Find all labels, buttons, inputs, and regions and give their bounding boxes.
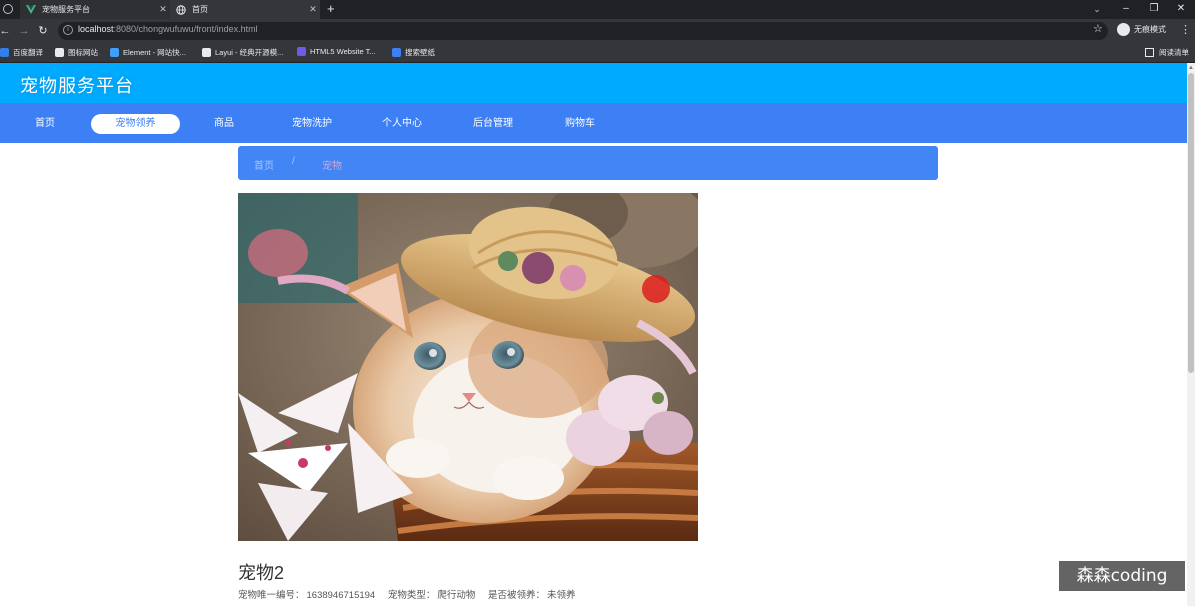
address-toolbar: ← → ↻ i localhost:8080/chongwufuwu/front…: [0, 19, 1195, 43]
incognito-icon: [1117, 23, 1130, 36]
vertical-scrollbar[interactable]: ▲: [1187, 63, 1195, 606]
scrollbar-thumb[interactable]: [1188, 73, 1194, 373]
pet-info: 宠物唯一编号： 1638946715194 宠物类型： 爬行动物 是否被领养： 未领养: [238, 587, 578, 601]
flag-icon: [55, 48, 64, 57]
tab-title: 首页: [192, 5, 208, 14]
url-bar[interactable]: i localhost:8080/chongwufuwu/front/index…: [58, 22, 1108, 40]
pet-id-label: 宠物唯一编号：: [238, 590, 305, 601]
restore-button[interactable]: ❐: [1140, 0, 1168, 19]
nav-cart[interactable]: 购物车: [553, 114, 607, 134]
info-icon[interactable]: i: [63, 25, 73, 35]
html5-logo-icon: [297, 47, 306, 56]
breadcrumb: 首页 / 宠物: [238, 146, 938, 180]
site-title: 宠物服务平台: [20, 76, 134, 96]
main-navbar: 首页 宠物领养 商品 宠物洗护 个人中心 后台管理 购物车: [0, 103, 1187, 143]
reload-icon[interactable]: ↻: [35, 23, 51, 39]
pet-name: 宠物2: [238, 563, 285, 583]
bookmark-star-icon[interactable]: ☆: [1093, 22, 1103, 35]
reading-list-icon: [1145, 48, 1154, 57]
wallpaper-icon: [392, 48, 401, 57]
site-header: 宠物服务平台: [0, 63, 1187, 103]
globe-icon: [176, 4, 186, 15]
apps-icon: [0, 48, 9, 57]
pet-adopted-label: 是否被领养：: [488, 590, 546, 601]
nav-personal-center[interactable]: 个人中心: [371, 114, 433, 134]
element-logo-icon: [110, 48, 119, 57]
bookmark-item[interactable]: 搜索壁纸: [392, 47, 435, 58]
pet-id-value: 1638946715194: [306, 590, 376, 601]
cursor-highlight: [642, 275, 670, 303]
breadcrumb-home[interactable]: 首页: [254, 157, 274, 172]
browser-tab-strip: 宠物服务平台 ✕ 首页 ✕ + ⌄ – ❐ ✕: [0, 0, 1195, 19]
bookmark-item[interactable]: Layui - 经典开源模...: [202, 47, 283, 58]
nav-products[interactable]: 商品: [200, 114, 248, 134]
menu-kebab-icon[interactable]: ⋮: [1180, 23, 1191, 36]
back-arrow-icon[interactable]: ←: [0, 23, 13, 39]
layui-logo-icon: [202, 48, 211, 57]
forward-arrow-icon[interactable]: →: [16, 23, 32, 39]
scroll-up-icon[interactable]: ▲: [1188, 65, 1194, 71]
new-tab-button[interactable]: +: [327, 1, 335, 16]
bookmark-item[interactable]: 图标网站: [55, 47, 98, 58]
bookmarks-bar: 百度翻译 图标网站 Element - 网站快... Layui - 经典开源模…: [0, 43, 1195, 63]
close-icon[interactable]: ✕: [306, 4, 320, 15]
close-icon[interactable]: ✕: [156, 4, 170, 15]
pet-image: [238, 193, 698, 541]
nav-home[interactable]: 首页: [20, 114, 70, 134]
vue-logo-icon: [26, 5, 36, 15]
tab-search-icon[interactable]: ⌄: [1090, 0, 1104, 19]
breadcrumb-separator: /: [292, 156, 295, 167]
pet-adopted-value: 未领养: [547, 590, 576, 601]
nav-admin[interactable]: 后台管理: [462, 114, 524, 134]
url-text[interactable]: localhost:8080/chongwufuwu/front/index.h…: [78, 24, 258, 34]
tab-pet-platform[interactable]: 宠物服务平台 ✕: [20, 0, 170, 19]
window-close-button[interactable]: ✕: [1167, 0, 1195, 19]
watermark: 森森coding: [1059, 561, 1185, 591]
bookmark-item[interactable]: Element - 网站快...: [110, 47, 186, 58]
reading-list[interactable]: 阅读清单: [1145, 47, 1189, 58]
nav-pet-adoption[interactable]: 宠物领养: [91, 114, 180, 134]
globe-icon: [3, 4, 13, 14]
bookmark-item[interactable]: HTML5 Website T...: [297, 47, 376, 56]
pet-type-value: 爬行动物: [437, 590, 476, 601]
tab-home[interactable]: 首页 ✕: [170, 0, 320, 19]
nav-pet-grooming[interactable]: 宠物洗护: [281, 114, 343, 134]
pet-type-label: 宠物类型：: [387, 590, 436, 601]
breadcrumb-current: 宠物: [322, 161, 342, 172]
minimize-button[interactable]: –: [1112, 0, 1140, 19]
page-viewport: 宠物服务平台 首页 宠物领养 商品 宠物洗护 个人中心 后台管理 购物车 首页 …: [0, 63, 1187, 606]
incognito-profile[interactable]: 无痕模式: [1117, 23, 1166, 36]
bookmark-item[interactable]: 百度翻译: [0, 47, 43, 58]
tab-title: 宠物服务平台: [42, 5, 90, 14]
